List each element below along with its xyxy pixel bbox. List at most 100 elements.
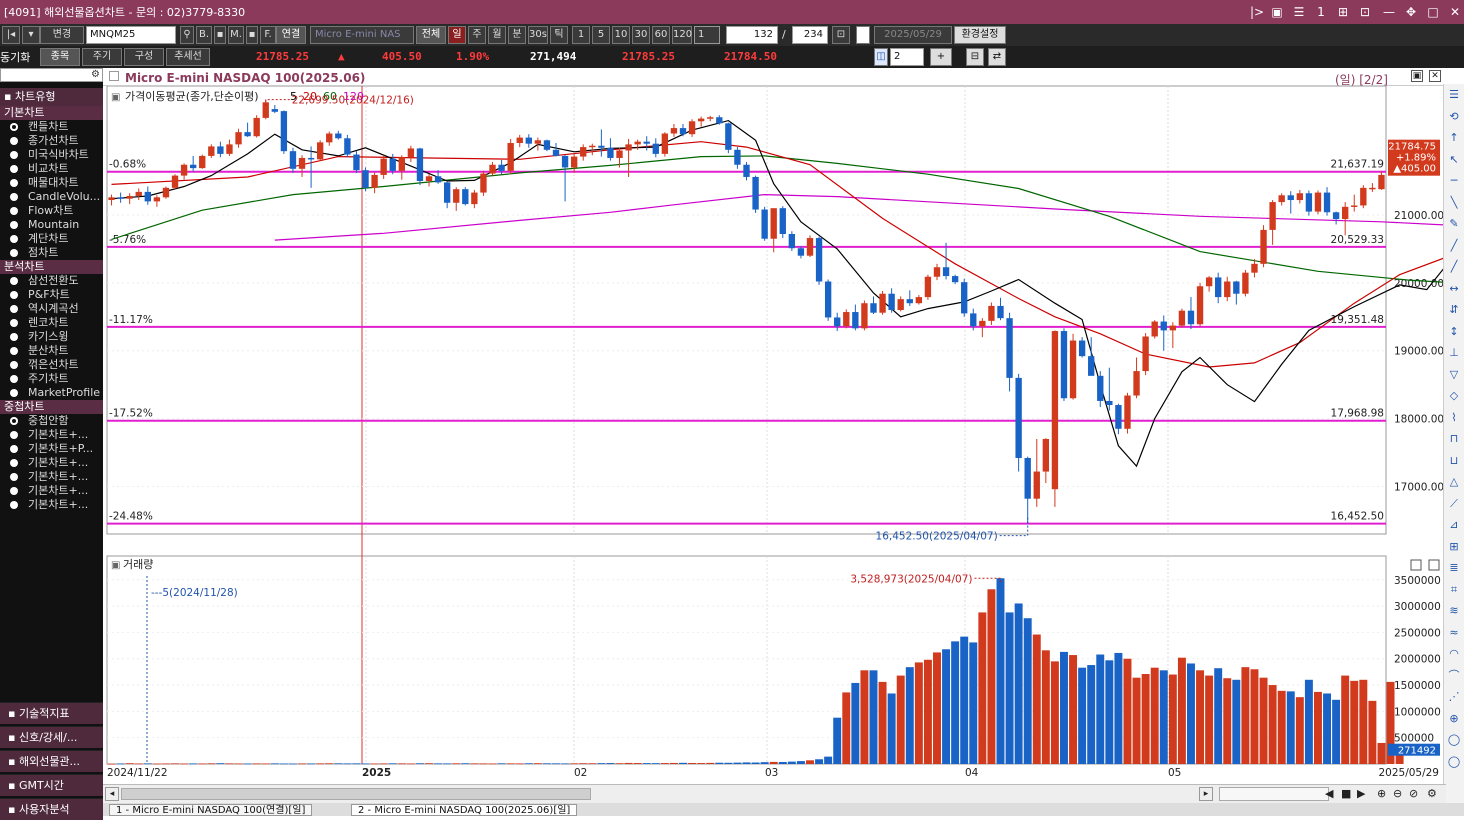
sidebar-item[interactable]: P&F차트 <box>0 288 103 302</box>
cycle-icon[interactable]: ≈ <box>1447 626 1461 640</box>
sidebar-bottom-4[interactable]: ▪ 사용자분석 <box>0 798 103 820</box>
zoom-in-icon[interactable]: ⊕ <box>1377 787 1386 800</box>
zoom-out-icon[interactable]: ⊖ <box>1393 787 1402 800</box>
sidebar-group-2[interactable]: 중첩차트 <box>0 400 103 414</box>
cursor-icon[interactable]: ↖ <box>1447 153 1461 167</box>
tab-chart-2[interactable]: 2 - Micro E-mini NASDAQ 100(2025.06)[일] <box>351 804 578 816</box>
panel-checkbox[interactable] <box>109 71 119 81</box>
radio-icon[interactable] <box>10 291 18 299</box>
prev-icon[interactable]: ◀ <box>1325 787 1333 800</box>
settings-button[interactable]: 환경설정 <box>954 26 1006 44</box>
minimize-icon[interactable]: — <box>1380 3 1398 21</box>
channel-icon[interactable]: ⊔ <box>1447 454 1461 468</box>
date-checkbox[interactable] <box>856 26 870 44</box>
radio-icon[interactable] <box>10 473 18 481</box>
triangle-icon[interactable]: ▽ <box>1447 368 1461 382</box>
radio-icon[interactable] <box>10 501 18 509</box>
sidebar-item[interactable]: MarketProfile <box>0 386 103 400</box>
radio-icon[interactable] <box>10 165 18 173</box>
dropdown-arrow-icon[interactable]: ▾ <box>22 26 40 44</box>
gann-icon[interactable]: ⌗ <box>1447 583 1461 597</box>
maximize-icon[interactable]: □ <box>1424 3 1442 21</box>
sidebar-item[interactable]: 캔들차트 <box>0 120 103 134</box>
sidebar-bottom-1[interactable]: ▪ 신호/강세/... <box>0 726 103 748</box>
close-icon[interactable]: ✕ <box>1446 3 1464 21</box>
radio-icon[interactable] <box>10 333 18 341</box>
tb-small-icon[interactable]: ▪ <box>214 26 226 44</box>
trend-line-icon[interactable]: ╲ <box>1447 196 1461 210</box>
horizontal-line-icon[interactable]: ─ <box>1447 174 1461 188</box>
gear-icon[interactable]: ⚙ <box>91 69 100 80</box>
radio-icon[interactable] <box>10 207 18 215</box>
speed-line-icon[interactable]: ⋰ <box>1447 690 1461 704</box>
radio-icon[interactable] <box>10 389 18 397</box>
symbol-input[interactable]: MNQM25 <box>86 26 176 44</box>
button-m[interactable]: M. <box>228 26 244 44</box>
mode-select[interactable]: 변경 <box>40 26 84 44</box>
extended-line-icon[interactable]: ╱ <box>1447 260 1461 274</box>
sidebar-item[interactable]: 기본차트+... <box>0 428 103 442</box>
sidebar-item[interactable]: 점차트 <box>0 246 103 260</box>
cross-icon[interactable]: ⊥ <box>1447 346 1461 360</box>
sidebar-item[interactable]: 중첩안함 <box>0 414 103 428</box>
fan-icon[interactable]: ⟋ <box>1447 497 1461 511</box>
triangle-tool-icon[interactable]: △ <box>1447 475 1461 489</box>
arc-icon[interactable]: ◠ <box>1447 647 1461 661</box>
sidebar-item[interactable]: 매물대차트 <box>0 176 103 190</box>
help-icon[interactable]: 1 <box>1312 3 1330 21</box>
sidebar-item[interactable]: 카기스윙 <box>0 330 103 344</box>
sidebar-bottom-0[interactable]: ▪ 기술적지표 <box>0 702 103 724</box>
instrument-name-field[interactable]: Micro E-mini NAS <box>310 26 414 44</box>
radio-icon[interactable] <box>10 347 18 355</box>
angle-icon[interactable]: ⊿ <box>1447 518 1461 532</box>
period-30s[interactable]: 30s <box>528 26 548 44</box>
tab-symbol[interactable]: 종목 <box>40 48 80 66</box>
tab-config[interactable]: 구성 <box>124 48 164 66</box>
tb-small-icon-2[interactable]: ▪ <box>246 26 258 44</box>
scroll-right-icon[interactable]: ▸ <box>1199 787 1213 801</box>
move-icon[interactable]: ✥ <box>1402 3 1420 21</box>
interval-5[interactable]: 5 <box>592 26 610 44</box>
sidebar-item[interactable]: 렌코차트 <box>0 316 103 330</box>
menu-icon[interactable]: ☰ <box>1447 88 1461 102</box>
sidebar-item[interactable]: 역시계곡선 <box>0 302 103 316</box>
radio-icon[interactable] <box>10 221 18 229</box>
vertical-line-icon[interactable]: ↕ <box>1447 325 1461 339</box>
bracket-icon[interactable]: ⊓ <box>1447 432 1461 446</box>
all-button[interactable]: 전체 <box>416 26 446 44</box>
elliott-icon[interactable]: ≋ <box>1447 604 1461 618</box>
scroll-thumb[interactable] <box>121 788 591 800</box>
stop-icon[interactable]: ■ <box>1341 787 1351 800</box>
tab-period[interactable]: 주기 <box>82 48 122 66</box>
interval-10[interactable]: 10 <box>612 26 630 44</box>
restore-icon[interactable]: ▣ <box>1268 3 1286 21</box>
button-b[interactable]: B. <box>196 26 212 44</box>
sidebar-item[interactable]: Mountain <box>0 218 103 232</box>
radio-icon[interactable] <box>10 319 18 327</box>
period-week[interactable]: 주 <box>468 26 486 44</box>
sidebar-item[interactable]: Flow차트 <box>0 204 103 218</box>
grid-icon[interactable]: ⊞ <box>1447 540 1461 554</box>
radio-icon[interactable] <box>10 459 18 467</box>
sidebar-bottom-2[interactable]: ▪ 해외선물관... <box>0 750 103 772</box>
curve-icon[interactable]: ⌒ <box>1447 669 1461 683</box>
sidebar-group-0[interactable]: 기본차트 <box>0 106 103 120</box>
fibonacci-icon[interactable]: ≣ <box>1447 561 1461 575</box>
radio-icon[interactable] <box>10 375 18 383</box>
link-button[interactable]: 연결 <box>276 26 306 44</box>
sidebar-item[interactable]: 계단차트 <box>0 232 103 246</box>
zoom-fit-icon[interactable]: ⊡ <box>832 26 850 44</box>
vertical-range-icon[interactable]: ⇵ <box>1447 303 1461 317</box>
sidebar-bottom-3[interactable]: ▪ GMT시간 <box>0 774 103 796</box>
layout-icon[interactable]: ◫ <box>874 48 888 66</box>
radio-icon[interactable] <box>10 417 18 425</box>
nav-first-icon[interactable]: |◂ <box>2 26 20 44</box>
sidebar-item[interactable]: 삼선전환도 <box>0 274 103 288</box>
up-arrow-icon[interactable]: ↑ <box>1447 131 1461 145</box>
sidebar-item[interactable]: CandleVolu... <box>0 190 103 204</box>
sidebar-item[interactable]: 종가선차트 <box>0 134 103 148</box>
shown-bars-input[interactable]: 132 <box>726 26 778 44</box>
add-chart-button[interactable]: + <box>930 48 952 66</box>
ellipse-icon[interactable]: ◯ <box>1447 755 1461 769</box>
chart-svg[interactable]: 21000.0020000.0019000.0018000.0017000.00… <box>103 86 1446 802</box>
